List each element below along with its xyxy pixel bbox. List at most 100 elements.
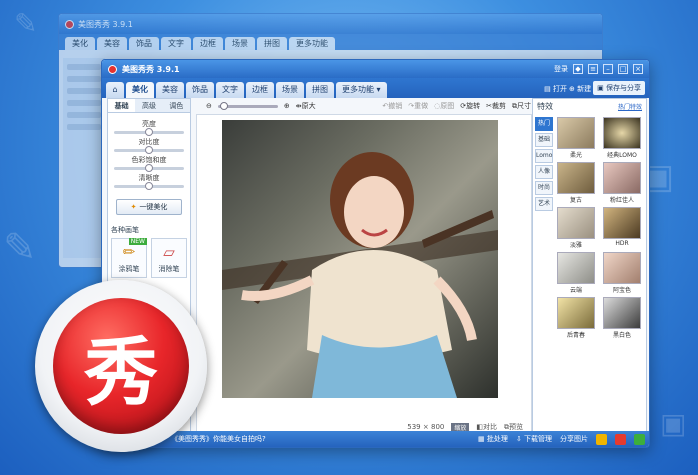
weibo-icon[interactable] [615, 433, 626, 445]
background-tab: 拼图 [257, 37, 287, 50]
background-tab: 更多功能 [289, 37, 335, 50]
image-size: 539 × 800 [407, 423, 444, 431]
category-hot[interactable]: 热门 [535, 117, 553, 131]
eraser-brush-button[interactable]: ▱ 消除笔 [151, 238, 187, 278]
subtab-basic[interactable]: 基础 [108, 99, 136, 112]
close-button[interactable]: × [633, 64, 643, 74]
effect-thumbnail [603, 117, 641, 149]
category-art[interactable]: 艺术 [535, 197, 553, 211]
background-pencil-icon: ✎ [3, 225, 37, 271]
tab-accessories[interactable]: 饰品 [186, 82, 214, 98]
menu-button[interactable]: ≡ [588, 64, 598, 74]
effects-title: 特效 [537, 101, 553, 111]
tab-more[interactable]: 更多功能 ▾ [336, 82, 387, 98]
compare-label: 对比 [483, 423, 497, 431]
window-title: 美图秀秀 3.9.1 [122, 64, 180, 74]
effect-label: 复古 [569, 197, 582, 204]
add-icon[interactable] [634, 433, 645, 445]
effect-item[interactable]: 粉红佳人 [603, 162, 641, 204]
background-box-icon: ▣ [660, 407, 687, 440]
category-lomo[interactable]: Lomo [535, 149, 553, 163]
tab-collage[interactable]: 拼图 [306, 82, 334, 98]
tab-text[interactable]: 文字 [216, 82, 244, 98]
effects-header: 特效 热门特效 [533, 99, 646, 113]
effect-item[interactable]: 淡雅 [557, 207, 595, 249]
canvas-toolbar: ⊖ ⊕ ⇹原大 ↶撤销 ↷重做 ◌原图 ⟳旋转 ✂裁剪 ⧉尺寸 [206, 98, 531, 114]
meitu-logo: 秀 [35, 280, 207, 452]
rotate-button[interactable]: ⟳旋转 [460, 101, 480, 111]
effect-item[interactable]: 后青春 [557, 297, 595, 339]
zoom-slider[interactable] [217, 101, 278, 110]
app-icon [65, 19, 74, 29]
sharpness-slider[interactable] [114, 182, 184, 190]
effect-item[interactable]: 复古 [557, 162, 595, 204]
resize-label: 尺寸 [517, 102, 531, 110]
zoom-slider-handle[interactable] [219, 101, 228, 110]
undo-label: 撤销 [388, 102, 403, 110]
share-image-button[interactable]: 分享图片 [560, 434, 588, 444]
zoom-in-icon[interactable]: ⊕ [284, 102, 290, 110]
effect-item[interactable]: 经典LOMO [603, 117, 641, 159]
effect-item[interactable]: 柔光 [557, 117, 595, 159]
effect-item[interactable]: 云端 [557, 252, 595, 294]
zoom-out-icon[interactable]: ⊖ [206, 102, 212, 110]
slider-handle[interactable] [144, 128, 153, 136]
brightness-slider[interactable] [114, 128, 184, 136]
original-size-button[interactable]: ⇹原大 [296, 101, 316, 111]
reset-button[interactable]: ◌原图 [434, 101, 454, 111]
size-separator: × [422, 423, 429, 431]
effect-label: 粉红佳人 [609, 197, 634, 204]
save-share-button[interactable]: ▣ 保存与分享 [593, 81, 645, 95]
new-button[interactable]: ⊕ 新建 [569, 84, 591, 94]
tab-home[interactable]: ⌂ [106, 82, 124, 98]
open-button[interactable]: ▤ 打开 [544, 84, 567, 94]
open-label: 打开 [553, 85, 568, 93]
save-icon: ▣ [597, 84, 604, 92]
resize-button[interactable]: ⧉尺寸 [512, 101, 531, 111]
star-icon[interactable] [596, 433, 607, 445]
redo-label: 重做 [414, 102, 429, 110]
slider-handle[interactable] [144, 146, 153, 154]
tab-beauty[interactable]: 美容 [156, 82, 184, 98]
category-basic[interactable]: 基础 [535, 133, 553, 147]
tab-frame[interactable]: 边框 [246, 82, 274, 98]
slider-handle[interactable] [144, 164, 153, 172]
hot-effects-link[interactable]: 热门特效 [618, 102, 642, 111]
minimize-button[interactable]: – [603, 64, 613, 74]
category-portrait[interactable]: 人像 [535, 165, 553, 179]
image-canvas[interactable]: 539 × 800 缩放 ◧对比 ⧉预览 [196, 114, 532, 436]
background-tab: 文字 [161, 37, 191, 50]
one-click-beautify-button[interactable]: ✦ 一键美化 [116, 199, 182, 215]
effect-item[interactable]: 阿宝色 [603, 252, 641, 294]
tab-beautify[interactable]: 美化 [126, 82, 154, 98]
effect-thumbnail [557, 297, 595, 329]
background-tab: 场景 [225, 37, 255, 50]
batch-button[interactable]: ▦ 批处理 [478, 434, 508, 444]
contrast-slider[interactable] [114, 146, 184, 154]
tab-scene[interactable]: 场景 [276, 82, 304, 98]
category-fashion[interactable]: 时尚 [535, 181, 553, 195]
maximize-button[interactable]: □ [618, 64, 628, 74]
effect-thumbnail [603, 252, 641, 284]
promo-link[interactable]: 《美图秀秀》你能美女自拍吗? [171, 434, 266, 444]
effect-thumbnail [557, 252, 595, 284]
logo-character: 秀 [84, 329, 158, 416]
effect-item[interactable]: HDR [603, 207, 641, 249]
logo-badge: 秀 [53, 298, 189, 434]
login-link[interactable]: 登录 [554, 64, 568, 74]
download-manager-button[interactable]: ⇩ 下载管理 [516, 434, 552, 444]
effect-item[interactable]: 黑白色 [603, 297, 641, 339]
crop-label: 裁剪 [492, 102, 506, 110]
saturation-slider[interactable] [114, 164, 184, 172]
slider-handle[interactable] [144, 182, 153, 190]
skin-button[interactable]: ◆ [573, 64, 583, 74]
subtab-advanced[interactable]: 高级 [135, 99, 163, 112]
effect-label: 淡雅 [569, 242, 582, 249]
subtab-color[interactable]: 调色 [162, 99, 190, 112]
effect-thumbnail [557, 162, 595, 194]
redo-button[interactable]: ↷重做 [408, 101, 428, 111]
doodle-brush-button[interactable]: NEW ✏ 涂鸦笔 [111, 238, 147, 278]
effect-label: 经典LOMO [607, 152, 637, 159]
crop-button[interactable]: ✂裁剪 [486, 101, 506, 111]
undo-button[interactable]: ↶撤销 [382, 101, 402, 111]
